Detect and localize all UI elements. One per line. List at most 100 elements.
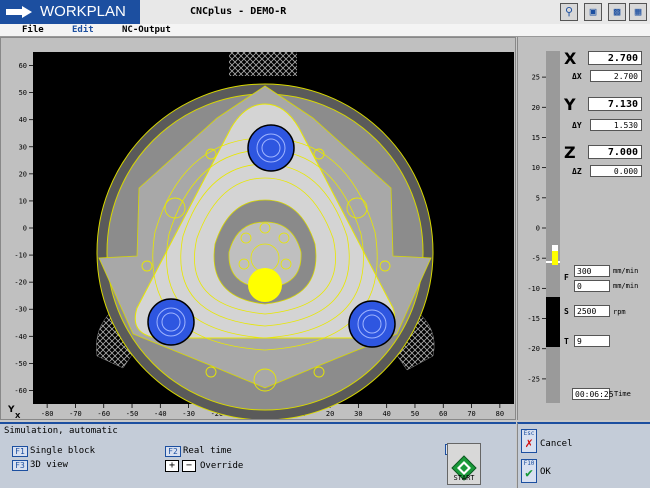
tool-number-value: 9 [574,335,610,347]
start-label: START [453,474,475,482]
z-tick-label: -15 [527,315,540,323]
z-tick-label: 5 [536,194,540,202]
y-tick-label: -40 [14,333,27,341]
delta-y-label: ΔY [572,121,582,130]
menu-edit[interactable]: Edit [72,24,94,36]
delta-z-label: ΔZ [572,167,582,176]
x-tick-label: -30 [182,410,195,418]
single-block-label[interactable]: Single block [30,446,95,456]
feed-unit: mm/min [613,267,639,275]
ok-button[interactable]: F10 ✔ [521,459,537,483]
f2-key[interactable]: F2 [165,446,181,457]
cancel-button[interactable]: Esc ✗ [521,429,537,453]
x-tick-label: -50 [126,410,139,418]
status-text: Simulation, automatic [4,426,118,436]
z-scale-dark-segment [546,297,560,347]
feed-unit-2: mm/min [613,282,639,290]
spindle-value: 2500 [574,305,610,317]
plot-canvas[interactable]: -80 -70 -60 -50 -40 -30 -20 -10 0 10 20 30 40 50 60 70 8… [1,38,515,419]
menu-bar: File Edit NC-Output [0,24,650,37]
coordinate-panel: 25 20 15 10 5 0 -5 -10 -15 -20 -25 X 2.700 ΔX 2.70… [517,37,650,420]
y-tick-label: -10 [14,252,27,260]
dialog-buttons: Esc ✗ Cancel F10 ✔ OK [517,422,650,488]
y-axis-letter: Y [7,405,15,415]
window-icon: ▩ [613,5,621,18]
blue-pocket-top [247,124,295,172]
z-tick-label: 25 [532,74,540,82]
delta-x-label: ΔX [572,72,582,81]
x-tick-label: 20 [326,410,334,418]
z-tick-label: -5 [532,255,540,263]
y-tick-label: 10 [19,197,27,205]
grid-icon: ▦ [634,5,642,18]
feed-label: F [564,273,569,282]
y-tick-label: 30 [19,143,27,151]
y-tick-label: -30 [14,306,27,314]
z-tick-label: -10 [527,285,540,293]
cancel-label[interactable]: Cancel [540,439,573,449]
x-tick-label: 30 [354,410,362,418]
function-key-bar: Simulation, automatic F1 Single block F3… [0,422,516,488]
z-tick-label: -25 [527,375,540,383]
override-minus-button[interactable]: − [182,460,196,472]
z-tick-label: 20 [532,104,540,112]
override-plus-button[interactable]: + [165,460,179,472]
y-tick-label: 0 [23,225,27,233]
title-bar: WORKPLAN CNCplus - DEMO-R ⚲ ▣ ▩ ▦ [0,0,650,25]
z-tick-label: 10 [532,164,540,172]
tool-button[interactable]: ▣ [584,3,602,21]
z-value: 7.000 [588,145,642,159]
z-scale: 25 20 15 10 5 0 -5 -10 -15 -20 -25 [527,51,560,403]
delta-x-value: 2.700 [590,70,642,82]
start-button[interactable]: START [447,443,481,485]
y-tick-label: -20 [14,279,27,287]
feed-value-2: 0 [574,280,610,292]
z-scale-bar [546,51,560,403]
x-tick-label: 80 [496,410,504,418]
y-tick-label: 50 [19,89,27,97]
clamp-top [229,52,297,76]
f3-key[interactable]: F3 [12,460,28,471]
x-axis-letter: X [15,412,21,419]
x-tick-label: -40 [154,410,167,418]
x-tick-label: 40 [382,410,390,418]
delta-z-value: 0.000 [590,165,642,177]
z-axis-label: Z [564,143,576,162]
grid-button[interactable]: ▦ [629,3,647,21]
y-tick-label: 60 [19,62,27,70]
tool-icon: ▣ [589,5,597,18]
y-value: 7.130 [588,97,642,111]
override-label: Override [200,461,244,471]
real-time-label[interactable]: Real time [183,446,232,456]
ok-label[interactable]: OK [540,467,551,477]
x-value: 2.700 [588,51,642,65]
spindle-label: S [564,307,569,316]
feed-value: 300 [574,265,610,277]
y-tick-label: 40 [19,116,27,124]
simulation-view: -80 -70 -60 -50 -40 -30 -20 -10 0 10 20 30 40 50 60 70 8… [0,37,516,420]
z-level-indicator [552,251,558,265]
time-label: Time [614,390,631,398]
y-axis-label: Y [564,95,576,114]
window-title: CNCplus - DEMO-R [190,6,287,17]
x-tick-label: -70 [69,410,82,418]
cancel-icon: ✗ [525,436,533,451]
time-value: 00:06:25 [572,388,614,400]
arrow-logo-icon [6,6,32,18]
logo-text: WORKPLAN [40,3,126,20]
x-tick-label: 60 [439,410,447,418]
f1-key[interactable]: F1 [12,446,28,457]
menu-file[interactable]: File [22,24,44,36]
ok-icon: ✔ [525,466,533,481]
3d-view-label[interactable]: 3D view [30,460,68,470]
x-tick-label: 50 [411,410,419,418]
zoom-button[interactable]: ⚲ [560,3,578,21]
x-tick-label: -60 [97,410,110,418]
blue-pocket-right [348,300,396,348]
y-tick-label: -60 [14,387,27,395]
window-button[interactable]: ▩ [608,3,626,21]
y-tick-label: 20 [19,170,27,178]
x-tick-label: -80 [41,410,54,418]
menu-nc-output[interactable]: NC-Output [122,24,171,36]
tool-marker [248,268,282,302]
